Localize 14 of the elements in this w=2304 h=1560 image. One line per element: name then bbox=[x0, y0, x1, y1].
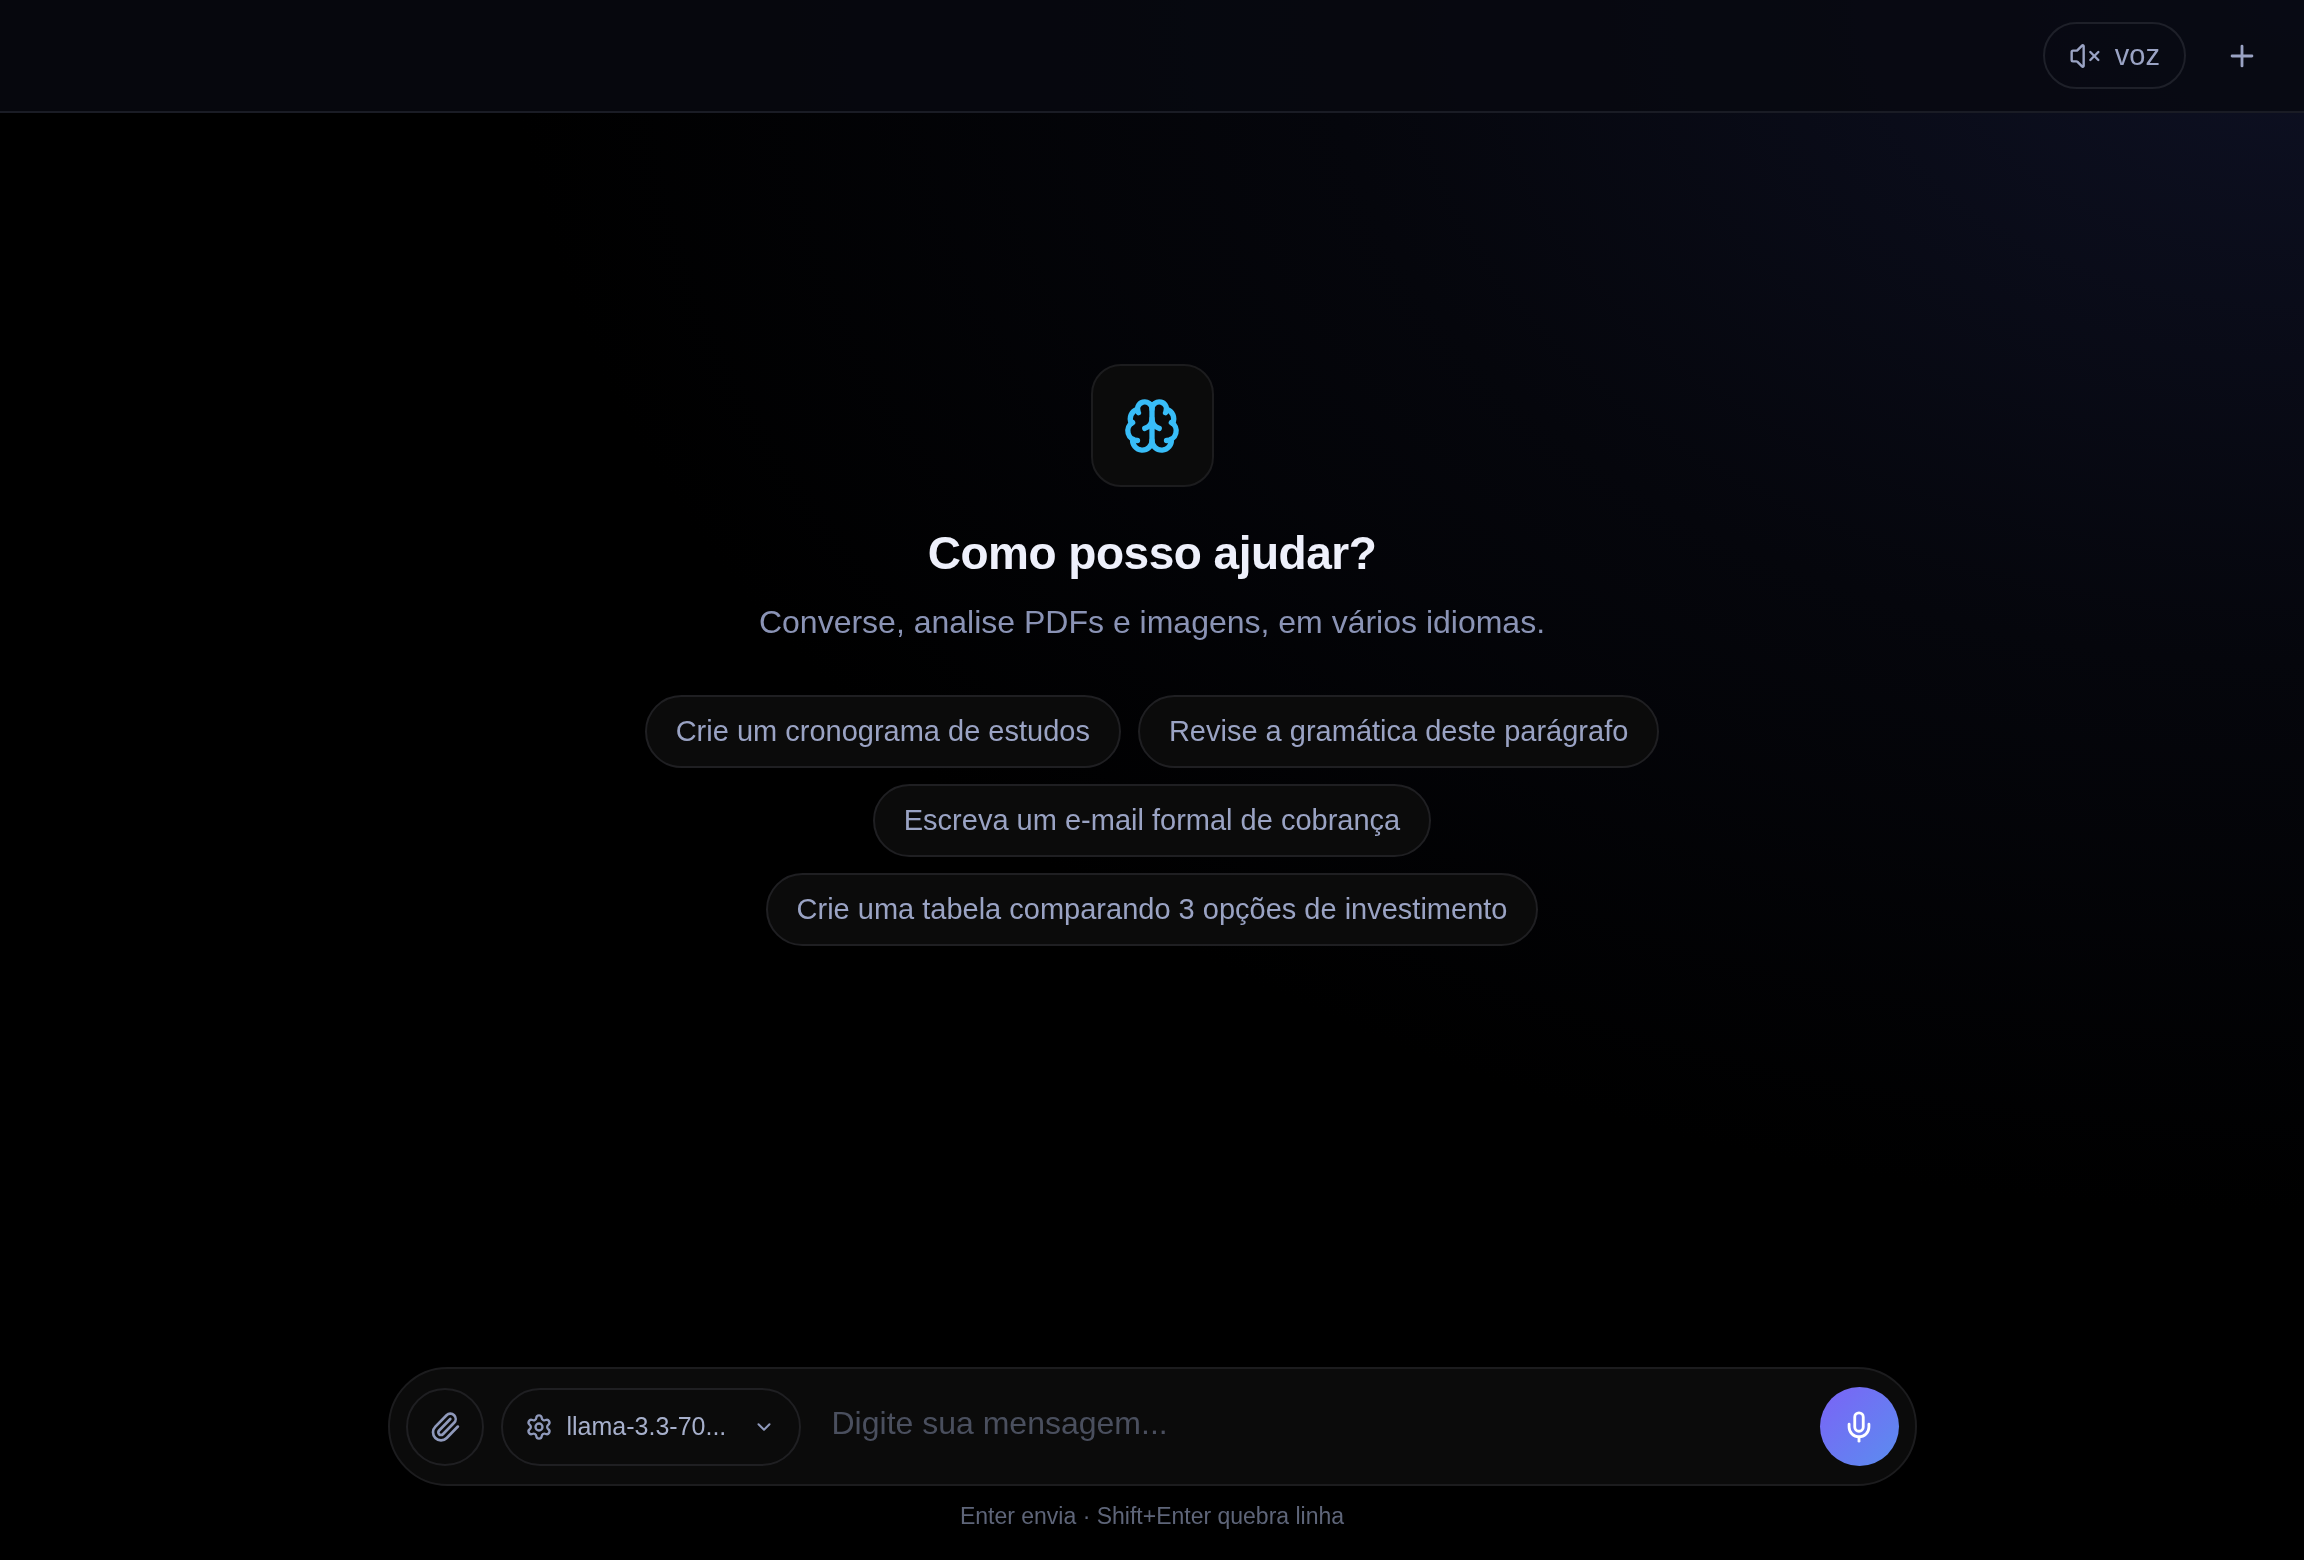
hero-subtitle: Converse, analise PDFs e imagens, em vários idiomas. bbox=[758, 603, 1546, 642]
keyboard-hint: Enter envia · Shift+Enter quebra linha bbox=[959, 1502, 1345, 1531]
attach-button[interactable] bbox=[405, 1387, 484, 1466]
brain-icon bbox=[1123, 396, 1181, 455]
model-select[interactable]: llama-3.3-70... bbox=[500, 1387, 801, 1466]
voice-toggle-button[interactable]: voz bbox=[2042, 22, 2186, 89]
gear-icon bbox=[524, 1412, 553, 1441]
suggestion-chip[interactable]: Crie uma tabela comparando 3 opções de investimento bbox=[765, 873, 1539, 946]
message-input[interactable]: Digite sua mensagem... bbox=[831, 1393, 1820, 1454]
hero-title: Como posso ajudar? bbox=[927, 526, 1377, 581]
message-composer[interactable]: llama-3.3-70... Digite sua mensagem... bbox=[387, 1367, 1917, 1486]
suggestion-chip[interactable]: Crie um cronograma de estudos bbox=[644, 695, 1121, 768]
suggestion-chip[interactable]: Escreva um e-mail formal de cobrança bbox=[872, 784, 1432, 857]
suggestion-chip[interactable]: Revise a gramática deste parágrafo bbox=[1137, 695, 1660, 768]
